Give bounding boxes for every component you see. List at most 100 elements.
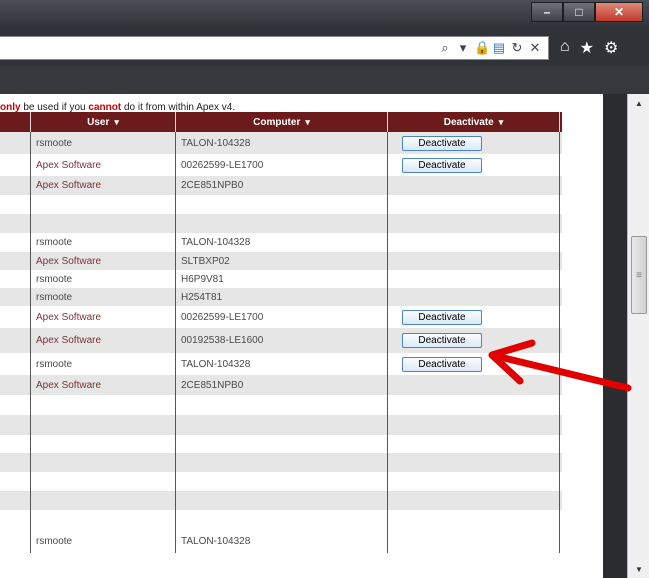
table-row: Apex Software 00262599-LE1700 Deactivate	[0, 154, 562, 176]
row-blank-cell	[0, 491, 31, 510]
computer-cell	[176, 472, 388, 491]
user-cell	[31, 195, 176, 214]
table-row: rsmoote TALON-104328	[0, 529, 562, 553]
table-row: rsmoote TALON-104328	[0, 233, 562, 252]
refresh-icon[interactable]: ↻	[510, 40, 524, 56]
deactivate-button[interactable]: Deactivate	[402, 333, 482, 348]
header-computer[interactable]: Computer ▾	[176, 112, 388, 132]
close-button[interactable]: ✕	[595, 2, 643, 22]
user-cell: rsmoote	[31, 529, 176, 553]
window-titlebar: – □ ✕	[0, 0, 649, 30]
deactivate-cell	[388, 195, 560, 214]
deactivate-button[interactable]: Deactivate	[402, 135, 482, 151]
deactivate-cell	[388, 435, 560, 453]
computer-cell	[176, 395, 388, 415]
table-body: rsmoote TALON-104328 Deactivate Apex Softwa…	[0, 132, 562, 553]
deactivate-button[interactable]: Deactivate	[402, 356, 482, 372]
computer-cell: H6P9V81	[176, 270, 388, 288]
row-blank-cell	[0, 270, 31, 288]
minimize-button[interactable]: –	[531, 2, 563, 22]
row-blank-cell	[0, 529, 31, 553]
scroll-up-icon[interactable]: ▲	[628, 94, 649, 112]
row-blank-cell	[0, 233, 31, 252]
deactivate-cell	[388, 415, 560, 435]
computer-cell	[176, 453, 388, 472]
page-content: only be used if you cannot do it from wi…	[0, 94, 603, 578]
search-icon[interactable]: ⌕	[438, 40, 452, 56]
deactivate-cell	[388, 453, 560, 472]
sort-icon[interactable]: ▾	[305, 117, 310, 128]
deactivate-cell	[388, 176, 560, 195]
computer-cell	[176, 195, 388, 214]
address-bar[interactable]: ⌕ ▾ 🔒 ▤ ↻ ✕	[0, 36, 549, 60]
browser-icons: ⌂ ★ ⚙	[560, 38, 618, 58]
computer-cell	[176, 415, 388, 435]
computer-cell	[176, 435, 388, 453]
row-blank-cell	[0, 306, 31, 328]
deactivate-button[interactable]: Deactivate	[402, 309, 482, 325]
dropdown-icon[interactable]: ▾	[456, 40, 470, 56]
maximize-button[interactable]: □	[563, 2, 595, 22]
user-cell: Apex Software	[31, 252, 176, 270]
table-row	[0, 491, 562, 510]
deactivate-cell: Deactivate	[388, 154, 560, 176]
computer-cell: 2CE851NPB0	[176, 375, 388, 395]
deactivate-cell: Deactivate	[388, 353, 560, 375]
deactivate-cell	[388, 214, 560, 233]
scroll-down-icon[interactable]: ▼	[628, 560, 649, 578]
deactivate-cell	[388, 491, 560, 510]
row-blank-cell	[0, 195, 31, 214]
table-row: rsmoote TALON-104328 Deactivate	[0, 132, 562, 154]
row-blank-cell	[0, 415, 31, 435]
deactivate-button[interactable]: Deactivate	[402, 157, 482, 173]
sort-icon[interactable]: ▾	[499, 117, 504, 128]
row-blank-cell	[0, 510, 31, 529]
close-icon[interactable]: ✕	[528, 40, 542, 56]
deactivate-cell	[388, 472, 560, 491]
table-row: rsmoote H6P9V81	[0, 270, 562, 288]
header-user[interactable]: User ▾	[31, 112, 176, 132]
table-header: User ▾ Computer ▾ Deactivate ▾	[0, 112, 562, 132]
deactivate-cell	[388, 288, 560, 306]
computer-cell: 00192538-LE1600	[176, 328, 388, 353]
computer-cell: TALON-104328	[176, 353, 388, 375]
deactivate-cell	[388, 233, 560, 252]
vertical-scrollbar[interactable]: ▲ ≡ ▼	[627, 94, 649, 578]
row-blank-cell	[0, 328, 31, 353]
scrollbar-thumb[interactable]: ≡	[631, 236, 647, 314]
table-row	[0, 395, 562, 415]
side-panel	[603, 94, 627, 578]
user-cell: Apex Software	[31, 176, 176, 195]
compat-icon[interactable]: ▤	[492, 40, 506, 56]
lock-icon[interactable]: 🔒	[474, 40, 490, 56]
computer-cell: 00262599-LE1700	[176, 154, 388, 176]
user-cell	[31, 510, 176, 529]
computer-cell: 2CE851NPB0	[176, 176, 388, 195]
row-blank-cell	[0, 472, 31, 491]
settings-icon[interactable]: ⚙	[604, 38, 618, 58]
header-cell-blank	[0, 112, 31, 132]
favorites-icon[interactable]: ★	[580, 38, 594, 58]
header-deactivate[interactable]: Deactivate ▾	[388, 112, 560, 132]
table-row	[0, 453, 562, 472]
table-row	[0, 510, 562, 529]
table-row: Apex Software 00262599-LE1700 Deactivate	[0, 306, 562, 328]
user-cell	[31, 453, 176, 472]
user-cell	[31, 395, 176, 415]
table-row	[0, 435, 562, 453]
address-bar-icons: ⌕ ▾ 🔒 ▤ ↻ ✕	[438, 40, 542, 56]
sort-icon[interactable]: ▾	[114, 117, 119, 128]
home-icon[interactable]: ⌂	[560, 38, 570, 58]
deactivate-cell	[388, 375, 560, 395]
header-deactivate-label: Deactivate	[443, 116, 494, 128]
table-row: Apex Software 2CE851NPB0	[0, 176, 562, 195]
user-cell: Apex Software	[31, 154, 176, 176]
computer-cell: 00262599-LE1700	[176, 306, 388, 328]
deactivate-cell: Deactivate	[388, 328, 560, 353]
row-blank-cell	[0, 154, 31, 176]
user-cell: rsmoote	[31, 288, 176, 306]
table-row	[0, 415, 562, 435]
user-cell	[31, 491, 176, 510]
tab-strip	[0, 66, 649, 95]
table-row	[0, 472, 562, 491]
